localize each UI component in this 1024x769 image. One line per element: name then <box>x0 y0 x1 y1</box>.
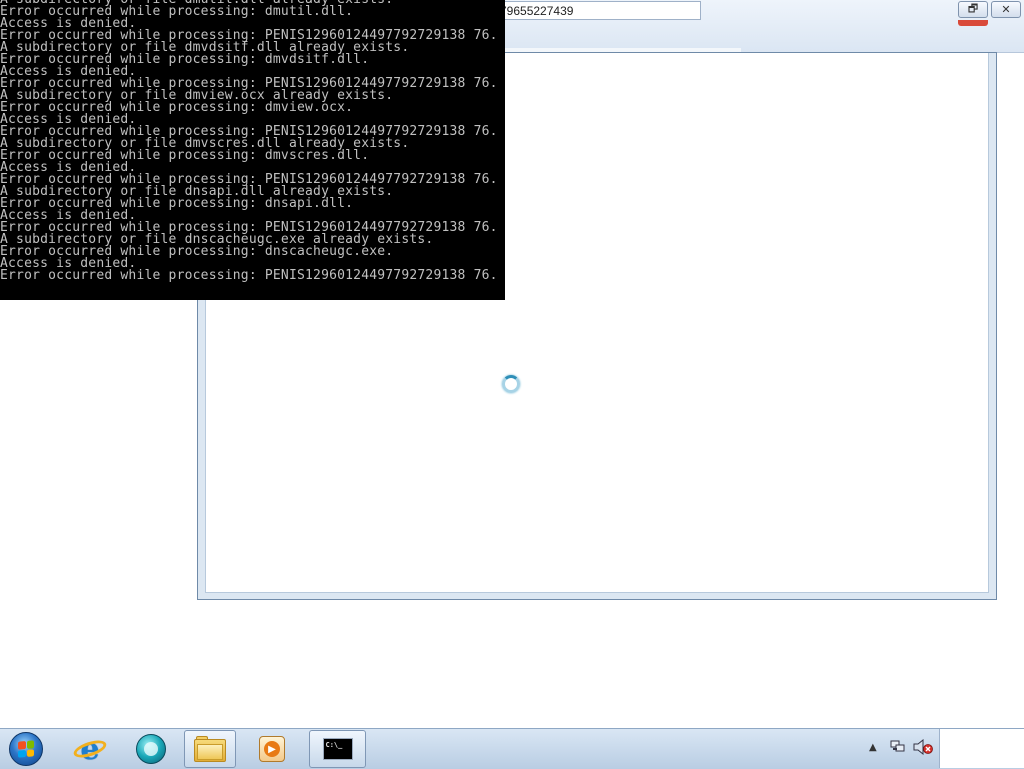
busy-cursor-icon <box>502 375 520 393</box>
start-button[interactable] <box>5 730 47 768</box>
media-player-icon <box>136 734 166 764</box>
close-button-accent <box>958 20 988 26</box>
restore-icon: 🗗 <box>967 2 979 15</box>
taskbar-item-command-prompt[interactable]: C:\_ <box>309 730 366 768</box>
volume-muted-icon[interactable] <box>913 739 933 755</box>
taskbar-item-media-player[interactable] <box>125 730 177 768</box>
show-hidden-icons-chevron-icon[interactable]: ▲ <box>869 742 877 753</box>
notification-clock-area[interactable] <box>939 729 1024 768</box>
command-prompt-icon: C:\_ <box>322 738 353 760</box>
close-icon: ✕ <box>1001 3 1011 16</box>
cmd-icon-text: C:\_ <box>325 741 343 749</box>
console-output: A subdirectory or file dmutil.dll alread… <box>0 0 498 282</box>
taskbar-item-internet-explorer[interactable]: e <box>64 730 116 768</box>
console-line: Error occurred while processing: PENIS12… <box>0 268 498 283</box>
folder-icon <box>194 736 226 762</box>
close-button[interactable]: ✕ <box>991 1 1021 18</box>
address-bar-input[interactable] <box>495 1 701 20</box>
taskbar-item-explorer[interactable] <box>184 730 236 768</box>
restore-button[interactable]: 🗗 <box>958 1 988 18</box>
media-center-icon: ▶ <box>259 736 285 762</box>
network-icon[interactable] <box>890 740 906 754</box>
windows-logo-icon <box>9 732 43 766</box>
command-prompt-window[interactable]: A subdirectory or file dmutil.dll alread… <box>0 0 505 300</box>
taskbar-item-media-center[interactable]: ▶ <box>246 730 298 768</box>
